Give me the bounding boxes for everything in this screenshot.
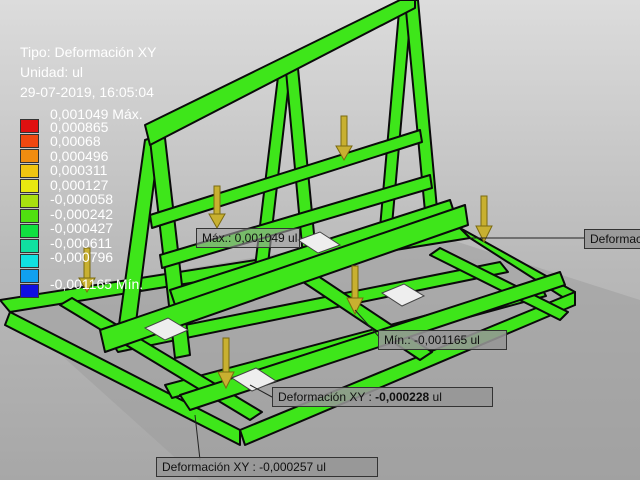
legend-label: -0,000796 <box>50 249 114 265</box>
probe-deformation-mid-label: Deformación XY : <box>278 390 376 404</box>
legend-label: 0,000311 <box>50 162 108 178</box>
result-info: Tipo: Deformación XY Unidad: ul 29-07-20… <box>20 42 156 102</box>
probe-deformation-mid-unit: ul <box>429 390 442 404</box>
legend-swatch <box>20 269 39 283</box>
legend-swatch <box>20 284 39 298</box>
probe-deformation-bottom-text: Deformación XY : -0,000257 ul <box>162 460 326 474</box>
legend-swatch <box>20 239 39 253</box>
legend-label: -0,000058 <box>50 191 114 207</box>
probe-max-text: Máx.: 0,001049 ul <box>202 231 298 245</box>
probe-deformation-right[interactable]: Deformación <box>584 229 640 249</box>
legend-label: -0,000427 <box>50 220 114 236</box>
graphics-viewport[interactable]: Tipo: Deformación XY Unidad: ul 29-07-20… <box>0 0 640 480</box>
legend-label: -0,001165 Mín. <box>50 276 144 292</box>
legend-swatch <box>20 179 39 193</box>
legend-label: 0,00068 <box>50 133 101 149</box>
legend-swatch <box>20 134 39 148</box>
legend-label: 0,000865 <box>50 119 109 135</box>
probe-deformation-mid-value: -0,000228 <box>375 390 430 404</box>
legend-swatch <box>20 194 39 208</box>
probe-min-label[interactable]: Mín.: -0,001165 ul <box>378 330 507 350</box>
result-unit-label: Unidad: ul <box>20 64 84 80</box>
result-timestamp: 29-07-2019, 16:05:04 <box>20 84 154 100</box>
result-type-label: Tipo: Deformación XY <box>20 44 157 60</box>
legend-label: -0,000242 <box>50 206 114 222</box>
legend-swatch <box>20 224 39 238</box>
legend-swatch <box>20 119 39 133</box>
legend-swatch <box>20 209 39 223</box>
probe-deformation-mid[interactable]: Deformación XY : -0,000228 ul <box>272 387 493 407</box>
probe-deformation-right-text: Deformación <box>590 232 640 246</box>
legend-swatch <box>20 149 39 163</box>
legend-swatch <box>20 164 39 178</box>
load-arrow-icon <box>475 195 493 244</box>
probe-max-label[interactable]: Máx.: 0,001049 ul <box>196 228 300 248</box>
legend-label: 0,000127 <box>50 177 109 193</box>
legend-label: -0,000611 <box>50 235 113 251</box>
probe-deformation-bottom[interactable]: Deformación XY : -0,000257 ul <box>156 457 378 477</box>
legend-swatch <box>20 254 39 268</box>
probe-min-text: Mín.: -0,001165 ul <box>384 333 480 347</box>
legend-label: 0,000496 <box>50 148 109 164</box>
